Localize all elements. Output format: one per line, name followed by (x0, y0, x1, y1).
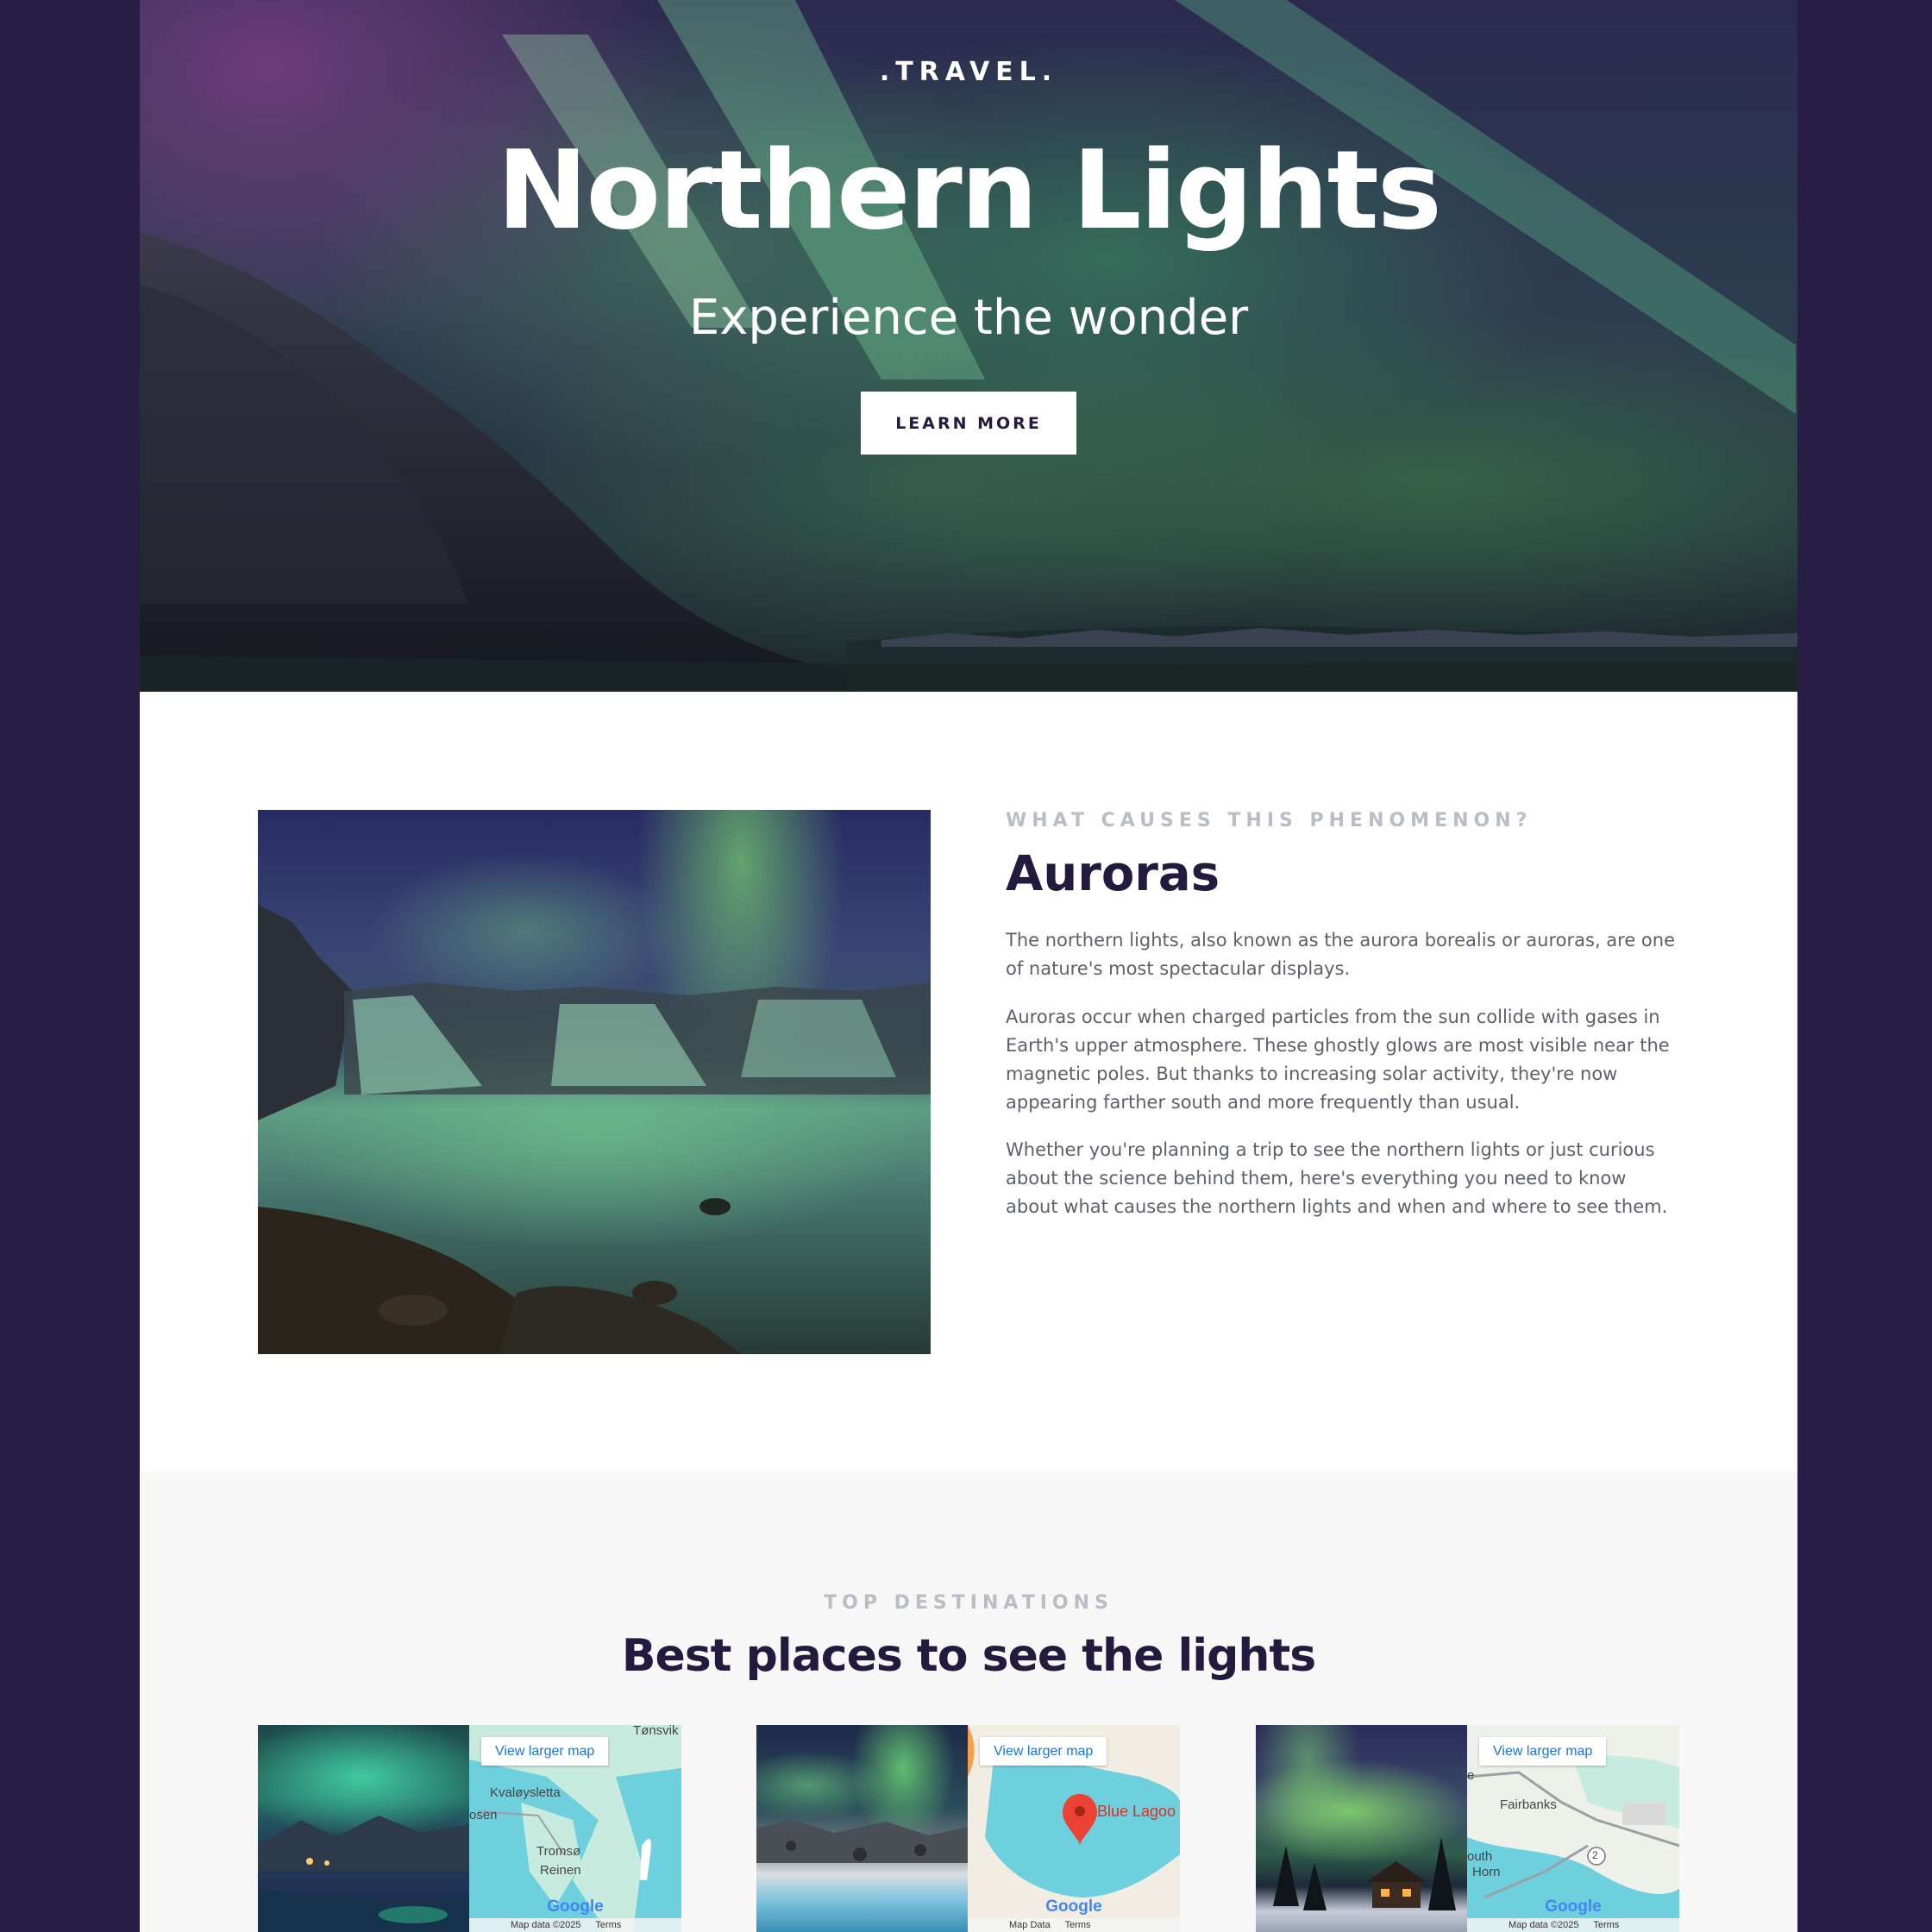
blue-lagoon-map[interactable]: View larger map Blue Lagoo Google Map Da… (968, 1725, 1180, 1932)
map-footer: Map data ©2025 Terms (469, 1918, 681, 1932)
google-logo: Google (1545, 1898, 1602, 1916)
map-route-label: 2 (1592, 1849, 1598, 1861)
map-label: Tromsø (536, 1844, 581, 1859)
hero-subtitle: Experience the wonder (688, 290, 1249, 346)
view-larger-map-button[interactable]: View larger map (481, 1737, 609, 1766)
map-label: osen (469, 1808, 498, 1822)
map-attribution: Map data ©2025 (511, 1920, 581, 1930)
fairbanks-map[interactable]: View larger map e Fairbanks outh Horn 2 … (1467, 1725, 1679, 1932)
about-section: WHAT CAUSES THIS PHENOMENON? Auroras The… (140, 692, 1797, 1471)
destination-card-fairbanks: View larger map e Fairbanks outh Horn 2 … (1256, 1725, 1679, 1932)
page: .TRAVEL. Northern Lights Experience the … (140, 0, 1797, 1932)
hero-section: .TRAVEL. Northern Lights Experience the … (140, 0, 1797, 692)
map-label: Blue Lagoo (1097, 1803, 1176, 1820)
map-attribution: Map Data (1009, 1920, 1051, 1930)
destinations-eyebrow: TOP DESTINATIONS (824, 1592, 1113, 1614)
destination-card-blue-lagoon: View larger map Blue Lagoo Google Map Da… (756, 1725, 1180, 1932)
about-paragraph: Whether you're planning a trip to see th… (1006, 1139, 1668, 1217)
brand-logo: .TRAVEL. (879, 57, 1058, 87)
map-attribution: Map data ©2025 (1509, 1920, 1579, 1930)
hero-title: Northern Lights (497, 127, 1442, 254)
about-title: Auroras (1006, 846, 1220, 902)
map-label: Tønsvik (633, 1725, 679, 1738)
learn-more-button[interactable]: LEARN MORE (861, 392, 1076, 455)
google-logo: Google (1045, 1898, 1102, 1916)
about-paragraph: Auroras occur when charged particles fro… (1006, 1007, 1670, 1113)
destinations-section: TOP DESTINATIONS Best places to see the … (140, 1471, 1797, 1932)
destination-card-tromso: View larger map Tønsvik Kvaløysletta ose… (258, 1725, 681, 1932)
map-terms-link[interactable]: Terms (595, 1920, 621, 1930)
google-logo: Google (547, 1898, 604, 1916)
map-label: Reinen (540, 1863, 581, 1878)
waterfall-aurora-photo (258, 810, 931, 1354)
view-larger-map-button[interactable]: View larger map (980, 1737, 1107, 1766)
map-label: Kvaløysletta (490, 1785, 561, 1800)
tromso-map[interactable]: View larger map Tønsvik Kvaløysletta ose… (469, 1725, 681, 1932)
map-footer: Map Data Terms (968, 1918, 1180, 1932)
tromso-photo (258, 1725, 469, 1932)
fairbanks-photo (1256, 1725, 1467, 1932)
map-terms-link[interactable]: Terms (1593, 1920, 1619, 1930)
about-paragraph: The northern lights, also known as the a… (1006, 930, 1676, 979)
map-footer: Map data ©2025 Terms (1467, 1918, 1679, 1932)
map-label: Horn (1472, 1865, 1501, 1879)
about-eyebrow: WHAT CAUSES THIS PHENOMENON? (1006, 810, 1533, 831)
map-label: Fairbanks (1500, 1797, 1557, 1812)
map-label: e (1467, 1768, 1475, 1783)
map-terms-link[interactable]: Terms (1065, 1920, 1091, 1930)
destinations-title: Best places to see the lights (621, 1630, 1316, 1682)
blue-lagoon-photo (756, 1725, 968, 1932)
map-label: outh (1467, 1849, 1493, 1864)
view-larger-map-button[interactable]: View larger map (1479, 1737, 1607, 1766)
